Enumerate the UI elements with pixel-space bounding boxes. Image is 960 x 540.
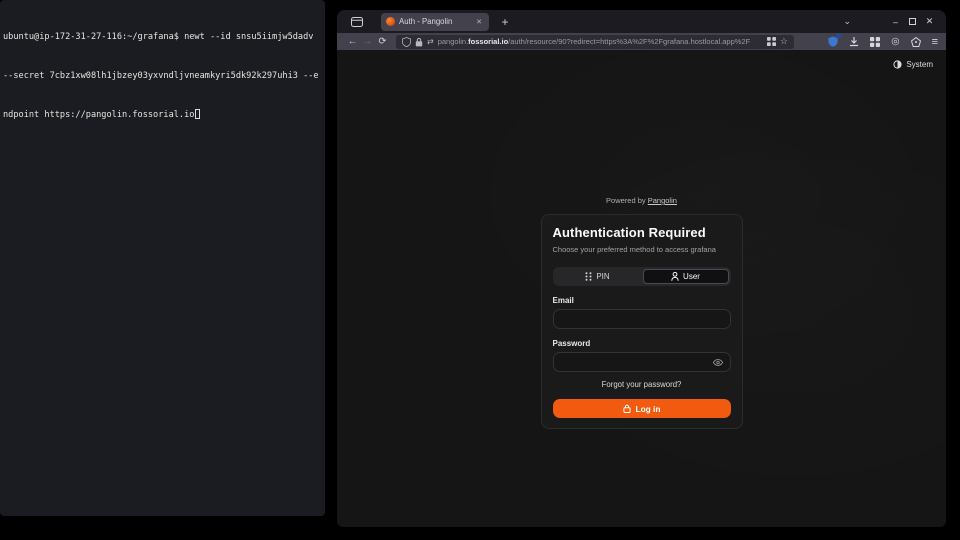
card-subtitle: Choose your preferred method to access g… — [553, 245, 731, 254]
theme-label: System — [906, 60, 933, 69]
window-maximize-button[interactable] — [904, 17, 921, 27]
password-input[interactable] — [561, 358, 713, 367]
terminal-line: ndpoint https://pangolin.fossorial.io — [3, 109, 322, 122]
lock-icon[interactable] — [415, 37, 423, 47]
page-content: System Powered by Pangolin Authenticatio… — [337, 51, 946, 527]
forgot-password-link[interactable]: Forgot your password? — [553, 380, 731, 389]
card-title: Authentication Required — [553, 225, 731, 240]
theme-toggle[interactable]: System — [893, 60, 933, 69]
window-close-button[interactable]: ✕ — [921, 16, 938, 27]
tab-bar: Auth - Pangolin ✕ + ⌄ – ✕ — [337, 10, 946, 33]
maximize-icon — [909, 18, 916, 25]
auth-card: Authentication Required Choose your pref… — [541, 214, 743, 429]
desktop: ubuntu@ip-172-31-27-116:~/grafana$ newt … — [0, 0, 960, 540]
login-lock-icon — [623, 404, 631, 413]
window-minimize-button[interactable]: – — [887, 17, 904, 27]
terminal-line-text: ndpoint https://pangolin.fossorial.io — [3, 110, 194, 120]
login-button-label: Log in — [636, 404, 661, 414]
grid-icon[interactable] — [767, 37, 776, 46]
auth-method-tabs: PIN User — [553, 267, 731, 286]
tab-list-chevron-icon[interactable]: ⌄ — [843, 16, 851, 27]
firefox-view-icon[interactable] — [347, 14, 367, 30]
email-input[interactable] — [561, 315, 723, 324]
bookmark-star-icon[interactable]: ☆ — [780, 36, 788, 47]
back-button[interactable]: ← — [345, 36, 360, 47]
powered-by: Powered by Pangolin — [606, 196, 677, 205]
tab-pin-label: PIN — [596, 272, 609, 281]
terminal-cursor — [195, 109, 200, 119]
browser-tab[interactable]: Auth - Pangolin ✕ — [381, 13, 489, 31]
pangolin-favicon — [386, 17, 395, 26]
terminal-line: --secret 7cbz1xw08lh1jbzey03yxvndljvneam… — [3, 70, 322, 83]
addon-extension-icon[interactable] — [911, 37, 921, 47]
email-label: Email — [553, 296, 731, 305]
toolbar-extensions-area: ◎ ≡ — [828, 36, 938, 48]
theme-icon — [893, 60, 902, 69]
password-field-wrap — [553, 352, 731, 372]
tab-pin[interactable]: PIN — [555, 269, 641, 284]
terminal-window[interactable]: ubuntu@ip-172-31-27-116:~/grafana$ newt … — [0, 0, 325, 516]
url-domain: fossorial.io — [468, 37, 508, 46]
show-password-eye-icon[interactable] — [713, 359, 723, 366]
powered-by-text: Powered by — [606, 196, 646, 205]
terminal-line: ubuntu@ip-172-31-27-116:~/grafana$ newt … — [3, 31, 322, 44]
record-circle-extension-icon[interactable]: ◎ — [891, 36, 899, 47]
pin-keypad-icon — [585, 272, 592, 281]
hamburger-menu-icon[interactable]: ≡ — [932, 36, 938, 48]
ublock-badge — [836, 34, 841, 38]
url-subdomain: pangolin. — [438, 37, 468, 46]
email-field-wrap — [553, 309, 731, 329]
password-label: Password — [553, 339, 731, 348]
browser-window: Auth - Pangolin ✕ + ⌄ – ✕ ← → ⟳ ⇄ pangol… — [337, 10, 946, 527]
tab-user[interactable]: User — [643, 269, 729, 284]
login-button[interactable]: Log in — [553, 399, 731, 418]
auth-column: Powered by Pangolin Authentication Requi… — [337, 196, 946, 429]
navigation-toolbar: ← → ⟳ ⇄ pangolin.fossorial.io/auth/resou… — [337, 33, 946, 51]
ublock-origin-icon[interactable] — [828, 36, 838, 47]
tracking-protection-shield-icon[interactable] — [402, 37, 411, 47]
tab-close-icon[interactable]: ✕ — [474, 17, 484, 27]
tab-user-label: User — [683, 272, 700, 281]
forward-button[interactable]: → — [360, 36, 375, 47]
user-icon — [671, 272, 679, 281]
permissions-icon[interactable]: ⇄ — [427, 37, 434, 46]
refresh-button[interactable]: ⟳ — [375, 36, 390, 47]
downloads-icon[interactable] — [849, 37, 859, 47]
url-bar[interactable]: ⇄ pangolin.fossorial.io/auth/resource/90… — [396, 35, 794, 49]
new-tab-button[interactable]: + — [497, 15, 513, 29]
url-path: /auth/resource/90?redirect=https%3A%2F%2… — [508, 37, 750, 46]
url-text[interactable]: pangolin.fossorial.io/auth/resource/90?r… — [438, 37, 763, 46]
pangolin-link[interactable]: Pangolin — [648, 196, 677, 205]
extensions-icon[interactable] — [870, 37, 880, 47]
tab-title: Auth - Pangolin — [399, 17, 470, 26]
